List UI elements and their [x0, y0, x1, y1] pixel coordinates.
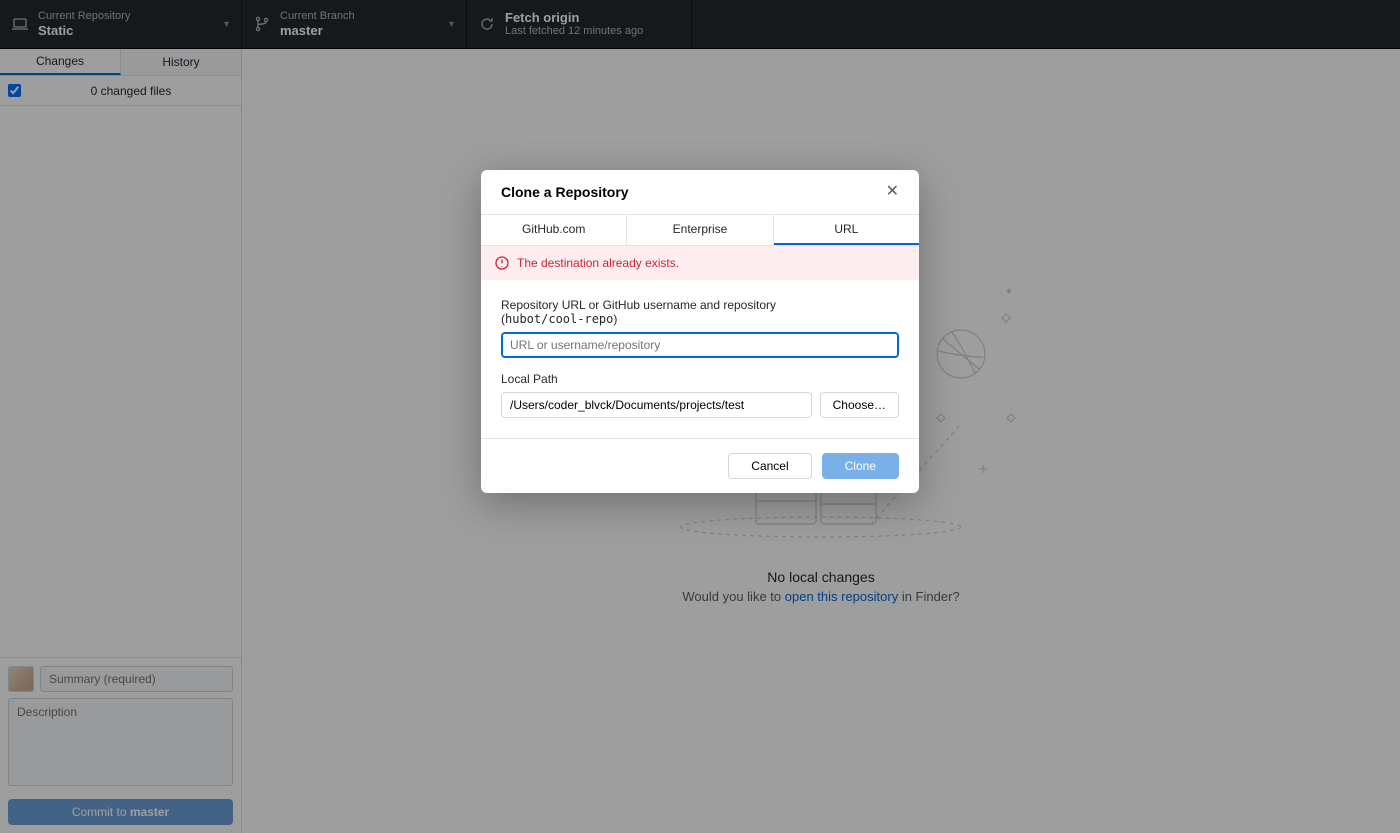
modal-title: Clone a Repository [501, 184, 629, 200]
modal-overlay: Clone a Repository ✕ GitHub.com Enterpri… [0, 0, 1400, 833]
close-icon: ✕ [886, 183, 899, 200]
repository-url-input[interactable] [501, 332, 899, 358]
error-message: The destination already exists. [517, 256, 679, 270]
clone-repository-modal: Clone a Repository ✕ GitHub.com Enterpri… [481, 170, 919, 493]
clone-button[interactable]: Clone [822, 453, 899, 479]
tab-enterprise[interactable]: Enterprise [627, 215, 773, 245]
close-button[interactable]: ✕ [886, 184, 899, 200]
local-path-input[interactable] [501, 392, 812, 418]
error-banner: The destination already exists. [481, 246, 919, 280]
cancel-button[interactable]: Cancel [728, 453, 811, 479]
repository-url-label: Repository URL or GitHub username and re… [501, 298, 899, 326]
local-path-label: Local Path [501, 372, 899, 386]
choose-button[interactable]: Choose… [820, 392, 899, 418]
tab-url[interactable]: URL [774, 215, 919, 245]
tab-github[interactable]: GitHub.com [481, 215, 627, 245]
alert-icon [495, 256, 509, 270]
modal-tabs: GitHub.com Enterprise URL [481, 214, 919, 246]
